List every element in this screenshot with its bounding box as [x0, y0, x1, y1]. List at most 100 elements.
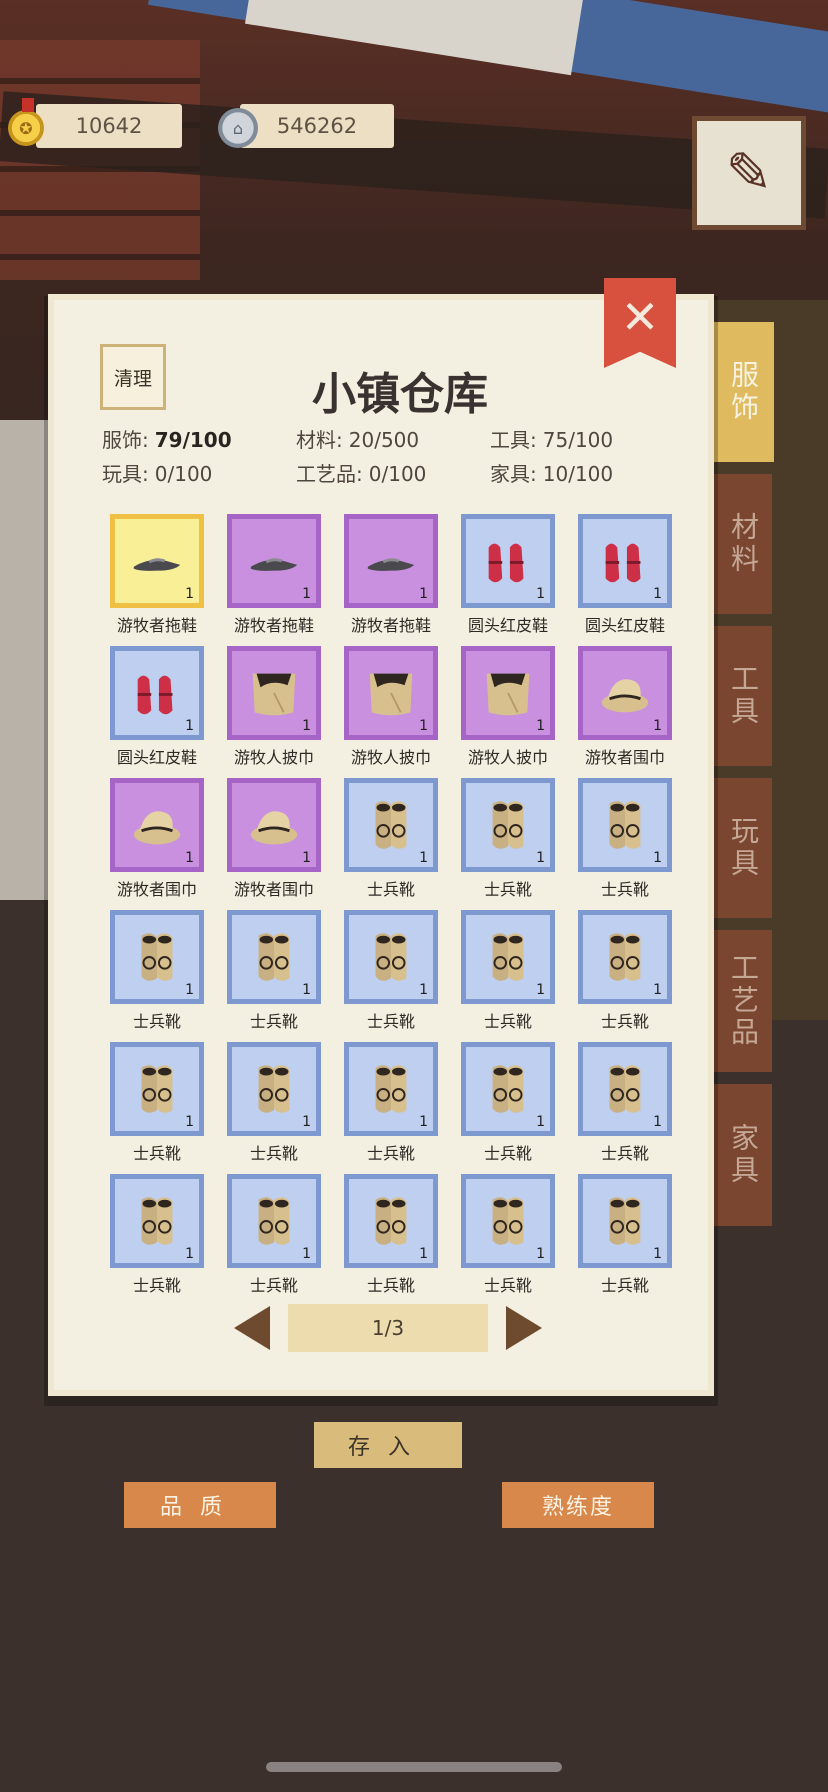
inventory-item[interactable]: 1 士兵靴 — [578, 1042, 672, 1164]
item-name: 士兵靴 — [366, 1144, 415, 1163]
inventory-item[interactable]: 1 士兵靴 — [461, 1042, 555, 1164]
clean-button[interactable]: 清理 — [100, 344, 166, 410]
tab-5[interactable]: 家具 — [714, 1084, 772, 1226]
silver-value: 546262 — [276, 114, 358, 138]
inventory-item[interactable]: 1 游牧者围巾 — [227, 778, 321, 900]
item-name: 士兵靴 — [483, 1276, 532, 1295]
item-slot: 1 — [344, 514, 438, 608]
inventory-item[interactable]: 1 游牧者围巾 — [110, 778, 204, 900]
item-quantity: 1 — [653, 586, 662, 602]
red-shoes-icon — [605, 543, 641, 583]
item-slot: 1 — [227, 1042, 321, 1136]
item-slot: 1 — [344, 1174, 438, 1268]
item-quantity: 1 — [185, 1114, 194, 1130]
tab-label: 工具 — [727, 664, 760, 728]
stat-value: 75/100 — [542, 428, 614, 452]
item-name: 圆头红皮鞋 — [116, 748, 197, 767]
item-slot: 1 — [227, 646, 321, 740]
inventory-item[interactable]: 1 游牧者围巾 — [578, 646, 672, 768]
sort-quality-button[interactable]: 品质 — [124, 1482, 276, 1528]
stat-1: 材料: 20/500 — [296, 424, 419, 453]
item-name: 游牧者拖鞋 — [116, 616, 197, 635]
item-slot: 1 — [110, 910, 204, 1004]
gold-value: 10642 — [75, 114, 143, 138]
deposit-button[interactable]: 存入 — [314, 1422, 462, 1468]
item-slot: 1 — [578, 778, 672, 872]
inventory-item[interactable]: 1 士兵靴 — [578, 910, 672, 1032]
stat-label: 玩具: — [102, 462, 149, 486]
shawl-icon — [486, 673, 530, 716]
book-quill-icon: ✎ — [725, 140, 773, 206]
tab-label: 工艺品 — [727, 953, 760, 1049]
inventory-item[interactable]: 1 游牧人披巾 — [461, 646, 555, 768]
prev-page-button[interactable] — [234, 1306, 270, 1350]
inventory-item[interactable]: 1 游牧人披巾 — [227, 646, 321, 768]
slipper-icon — [250, 558, 298, 571]
item-quantity: 1 — [185, 982, 194, 998]
inventory-item[interactable]: 1 士兵靴 — [227, 1042, 321, 1164]
tab-1[interactable]: 材料 — [714, 474, 772, 614]
sort-proficiency-button[interactable]: 熟练度 — [502, 1482, 654, 1528]
item-quantity: 1 — [419, 718, 428, 734]
inventory-item[interactable]: 1 士兵靴 — [110, 1042, 204, 1164]
journal-button[interactable]: ✎ — [692, 116, 806, 230]
item-quantity: 1 — [653, 982, 662, 998]
boots-icon — [492, 1197, 524, 1245]
inventory-item[interactable]: 1 圆头红皮鞋 — [578, 514, 672, 636]
boots-icon — [141, 1197, 173, 1245]
item-quantity: 1 — [536, 1246, 545, 1262]
item-name: 士兵靴 — [249, 1276, 298, 1295]
inventory-item[interactable]: 1 圆头红皮鞋 — [461, 514, 555, 636]
stat-value: 0/100 — [368, 462, 427, 486]
item-slot: 1 — [344, 1042, 438, 1136]
boots-icon — [141, 933, 173, 981]
silver-coin-icon: ⌂ — [218, 108, 258, 148]
next-page-button[interactable] — [506, 1306, 542, 1350]
shawl-icon — [369, 673, 413, 716]
inventory-item[interactable]: 1 士兵靴 — [344, 910, 438, 1032]
stat-label: 工具: — [490, 428, 537, 452]
tab-0[interactable]: 服饰 — [712, 322, 774, 462]
inventory-item[interactable]: 1 士兵靴 — [461, 1174, 555, 1296]
item-quantity: 1 — [185, 718, 194, 734]
inventory-item[interactable]: 1 士兵靴 — [344, 1042, 438, 1164]
inventory-item[interactable]: 1 士兵靴 — [461, 778, 555, 900]
page-title: 小镇仓库 — [312, 369, 488, 420]
inventory-item[interactable]: 1 士兵靴 — [578, 1174, 672, 1296]
item-name: 游牧者围巾 — [116, 880, 197, 899]
item-quantity: 1 — [302, 982, 311, 998]
item-slot: 1 — [578, 1042, 672, 1136]
tab-label: 材料 — [727, 512, 760, 576]
inventory-item[interactable]: 1 士兵靴 — [344, 778, 438, 900]
item-slot: 1 — [227, 514, 321, 608]
inventory-item[interactable]: 1 士兵靴 — [227, 910, 321, 1032]
item-quantity: 1 — [185, 586, 194, 602]
inventory-item[interactable]: 1 游牧者拖鞋 — [110, 514, 204, 636]
inventory-item[interactable]: 1 游牧人披巾 — [344, 646, 438, 768]
item-name: 游牧人披巾 — [467, 748, 548, 767]
item-name: 士兵靴 — [249, 1012, 298, 1031]
inventory-item[interactable]: 1 士兵靴 — [110, 910, 204, 1032]
scarf-icon — [250, 811, 298, 845]
inventory-item[interactable]: 1 游牧者拖鞋 — [227, 514, 321, 636]
tab-3[interactable]: 玩具 — [714, 778, 772, 918]
stat-value: 0/100 — [154, 462, 213, 486]
inventory-item[interactable]: 1 士兵靴 — [227, 1174, 321, 1296]
item-quantity: 1 — [185, 850, 194, 866]
inventory-item[interactable]: 1 士兵靴 — [344, 1174, 438, 1296]
boots-icon — [609, 801, 641, 849]
stat-3: 玩具: 0/100 — [102, 458, 212, 487]
inventory-item[interactable]: 1 游牧者拖鞋 — [344, 514, 438, 636]
boots-icon — [258, 1065, 290, 1113]
item-slot: 1 — [461, 646, 555, 740]
inventory-item[interactable]: 1 士兵靴 — [461, 910, 555, 1032]
item-name: 士兵靴 — [483, 880, 532, 899]
item-name: 游牧者拖鞋 — [350, 616, 431, 635]
inventory-item[interactable]: 1 士兵靴 — [578, 778, 672, 900]
tab-label: 玩具 — [727, 816, 760, 880]
tab-4[interactable]: 工艺品 — [714, 930, 772, 1072]
inventory-item[interactable]: 1 士兵靴 — [110, 1174, 204, 1296]
inventory-item[interactable]: 1 圆头红皮鞋 — [110, 646, 204, 768]
item-quantity: 1 — [536, 850, 545, 866]
tab-2[interactable]: 工具 — [714, 626, 772, 766]
